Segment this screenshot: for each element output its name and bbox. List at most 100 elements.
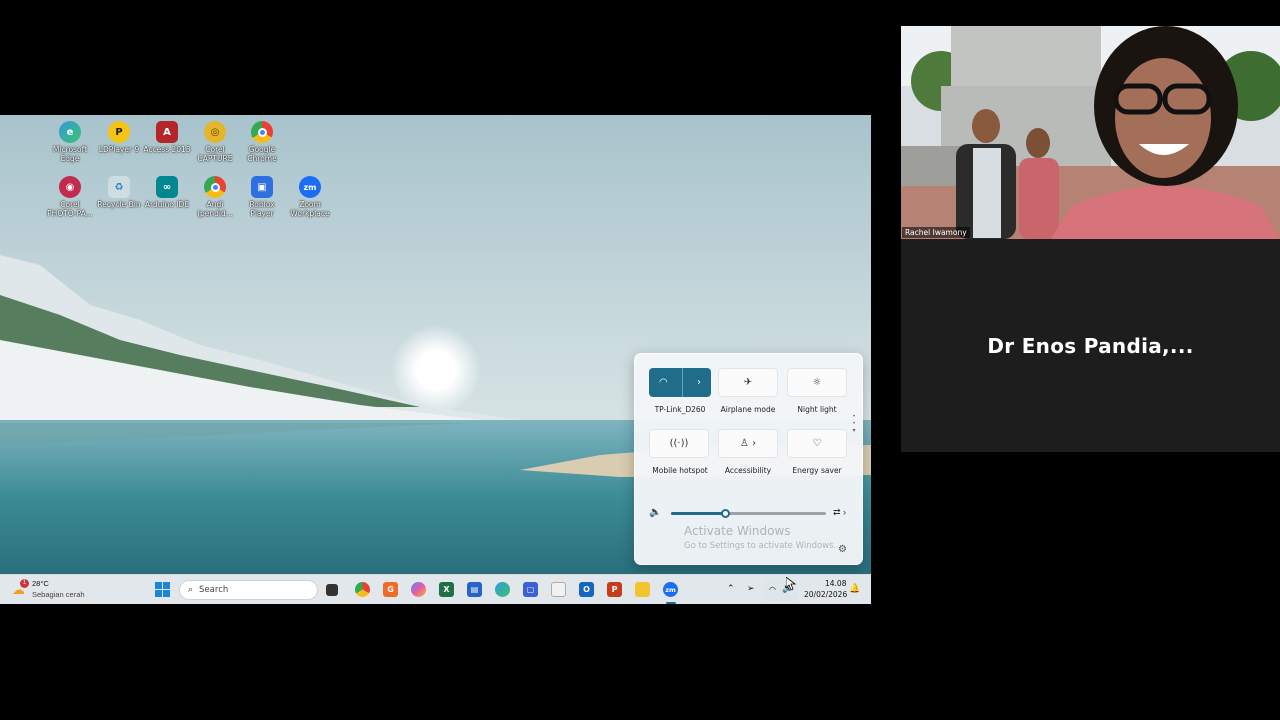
desktop-icon-chrome-profile[interactable]: Andi (pendid... [190,176,240,218]
desktop-icon-label: Microsoft Edge [52,145,88,163]
volume-thumb[interactable] [721,509,731,518]
activation-watermark-subtitle: Go to Settings to activate Windows. [684,541,837,551]
copilot-icon[interactable] [411,582,426,597]
zoom-icon[interactable]: zm [663,582,678,597]
participant-video[interactable] [901,26,1280,239]
weather-widget[interactable]: ☁ 1 28°C Sebagian cerah [12,579,102,601]
excel-icon[interactable]: X [439,582,454,597]
tile-label-energy-saver: Energy saver [792,466,842,475]
mobile-hotspot-toggle[interactable]: ((·)) [649,429,709,458]
desktop-icon-access[interactable]: A Access 2013 [142,121,192,154]
clock-date[interactable]: 20/02/2026 [804,590,847,599]
corel-photopaint-icon: ◉ [59,176,81,198]
participant-name: Dr Enos Pandia,... [987,333,1194,358]
tile-separator [681,368,683,397]
desktop-icon-ldplayer[interactable]: P LDPlayer 9 [94,121,144,154]
wifi-icon: ◠ [659,377,668,388]
chevron-right-icon[interactable]: › [697,377,701,388]
accessibility-icon: ♙ › [739,438,757,449]
wifi-icon: ◠ [769,585,776,594]
chrome-icon [251,121,273,143]
hotspot-icon: ((·)) [669,438,689,449]
task-view-icon[interactable] [326,584,338,596]
weather-temp: 28°C [32,579,49,588]
tile-label-night-light: Night light [797,405,837,414]
wifi-toggle[interactable]: ◠ › [649,368,711,397]
accessibility-toggle[interactable]: ♙ › [718,429,778,458]
desktop-icon-recycle-bin[interactable]: ♻ Recycle Bin [94,176,144,209]
desktop-icon-label: LDPlayer 9 [98,145,140,154]
search-placeholder: Search [199,585,229,595]
store-icon[interactable]: ▤ [467,582,482,597]
powerpoint-icon[interactable]: P [607,582,622,597]
settings-gear-icon[interactable]: ⚙ [838,544,847,555]
desktop-icon-label: Corel PHOTO-PA... [47,200,93,218]
desktop-icon-corel-photopaint[interactable]: ◉ Corel PHOTO-PA... [45,176,95,218]
edge-icon[interactable] [495,582,510,597]
activation-watermark-title: Activate Windows [684,524,791,538]
participant-name-label: Rachel Iwamony [902,227,970,238]
search-icon: ⌕ [188,585,194,595]
file-explorer-icon[interactable] [635,582,650,597]
start-icon [155,582,162,589]
night-light-icon: ☼ [812,377,822,388]
participant-video-feed [901,26,1280,239]
weather-desc: Sebagian cerah [32,590,85,599]
desktop-icon-label: Corel CAPTURE [197,145,233,163]
meeting-window: e Microsoft Edge P LDPlayer 9 A Access 2… [0,0,1280,720]
tile-label-hotspot: Mobile hotspot [652,466,708,475]
speaker-icon[interactable]: 🔈 [649,507,661,518]
airplane-mode-toggle[interactable]: ✈ [718,368,778,397]
desktop-icon-zoom[interactable]: zm Zoom Workplace [285,176,335,218]
location-icon[interactable]: ➢ [747,584,755,594]
energy-saver-icon: ♡ [812,438,822,449]
active-app-indicator [666,602,676,604]
energy-saver-toggle[interactable]: ♡ [787,429,847,458]
access-icon: A [156,121,178,143]
arduino-icon: ∞ [156,176,178,198]
recycle-bin-icon: ♻ [108,176,130,198]
desktop-icon-arduino[interactable]: ∞ Arduino IDE [142,176,192,209]
start-button[interactable] [155,582,170,597]
chrome-profile-icon [204,176,226,198]
desktop-icon-label: Recycle Bin [97,200,141,209]
zoom-icon: zm [299,176,321,198]
desktop-icon-label: Roblox Player [249,200,275,218]
tile-label-airplane: Airplane mode [720,405,776,414]
night-light-toggle[interactable]: ☼ [787,368,847,397]
desktop-icon-label: Arduino IDE [144,200,190,209]
sublime-icon[interactable]: G [383,582,398,597]
outlook-icon[interactable]: O [579,582,594,597]
chevron-up-icon[interactable]: ⌃ [727,584,735,594]
notification-bell-icon[interactable]: 🔔 [849,584,860,594]
shared-screen: e Microsoft Edge P LDPlayer 9 A Access 2… [0,115,871,604]
chrome-icon[interactable] [355,582,370,597]
desktop-icon-chrome[interactable]: Google Chrome [237,121,287,163]
roblox-icon: ▣ [251,176,273,198]
notepad-icon[interactable] [551,582,566,597]
edge-icon: e [59,121,81,143]
desktop-icon-label: Andi (pendid... [197,200,233,218]
volume-slider[interactable] [671,509,826,518]
ldplayer-icon: P [108,121,130,143]
desktop-icon-label: Access 2013 [143,145,191,154]
taskbar-search[interactable]: ⌕ Search [179,580,318,600]
mouse-cursor [786,577,796,591]
airplane-icon: ✈ [743,377,753,388]
audio-output-icon[interactable]: ⇄ › [833,507,846,518]
taskbar: ☁ 1 28°C Sebagian cerah ⌕ Search G X ▤ ▢… [0,574,871,604]
desktop-icon-corel-capture[interactable]: ◎ Corel CAPTURE [190,121,240,163]
volume-fill [671,512,726,515]
app-icon[interactable]: ▢ [523,582,538,597]
tile-label-wifi: TP-Link_D260 [654,405,706,414]
clock-time[interactable]: 14.08 [825,579,846,588]
participant-tile-audio-only[interactable]: Dr Enos Pandia,... [901,239,1280,452]
desktop-icon-roblox[interactable]: ▣ Roblox Player [237,176,287,218]
desktop-icon-label: Zoom Workplace [290,200,330,218]
page-scroll-indicator[interactable]: • • ▾ [852,414,856,440]
corel-capture-icon: ◎ [204,121,226,143]
desktop-icon-edge[interactable]: e Microsoft Edge [45,121,95,163]
weather-badge: 1 [20,579,29,588]
desktop-icon-label: Google Chrome [247,145,277,163]
tile-label-accessibility: Accessibility [724,466,772,475]
